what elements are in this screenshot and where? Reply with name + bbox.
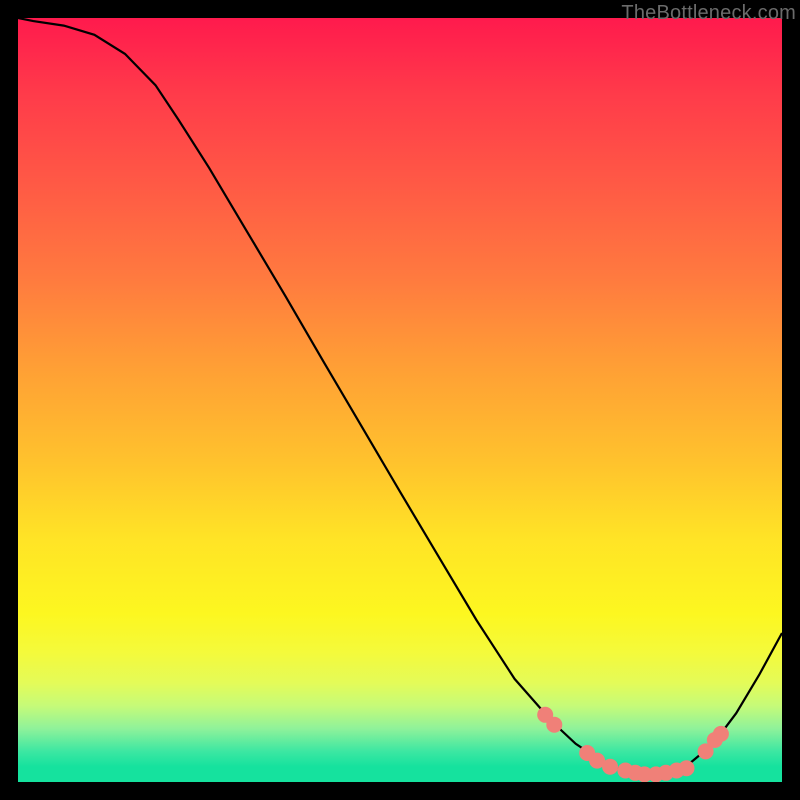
marker-dot: [679, 760, 695, 776]
plot-area: [18, 18, 782, 782]
marker-dot: [627, 765, 643, 781]
marker-dot: [589, 753, 605, 769]
marker-dot: [579, 745, 595, 761]
bottleneck-curve: [18, 18, 782, 774]
marker-dot: [698, 743, 714, 759]
marker-dot: [648, 766, 664, 782]
marker-dot: [602, 759, 618, 775]
marker-dot: [713, 726, 729, 742]
chart-container: TheBottleneck.com: [0, 0, 800, 800]
marker-dot: [658, 765, 674, 781]
curve-svg: [18, 18, 782, 782]
marker-dot: [707, 732, 723, 748]
marker-group: [537, 707, 729, 782]
marker-dot: [617, 763, 633, 779]
marker-dot: [546, 717, 562, 733]
marker-dot: [669, 763, 685, 779]
marker-dot: [537, 707, 553, 723]
marker-dot: [637, 766, 653, 782]
